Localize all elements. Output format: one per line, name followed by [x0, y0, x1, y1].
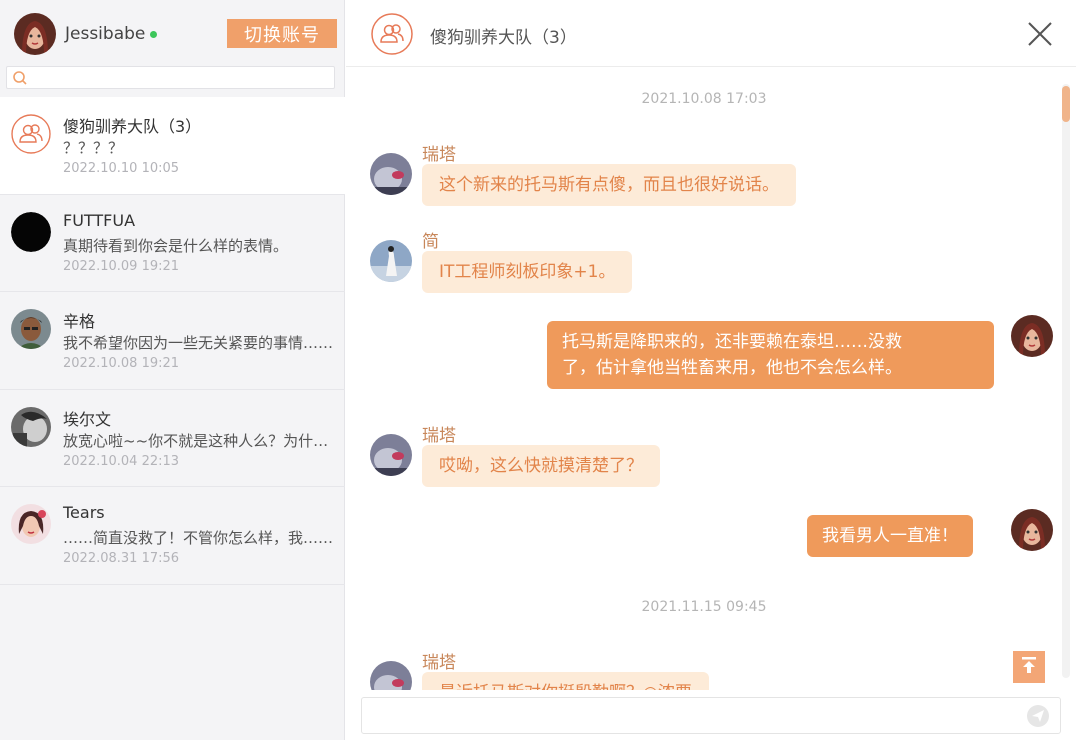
message-text-line: 了，估计拿他当牲畜来用，他也不会怎么样。 — [562, 358, 902, 378]
message-bubble[interactable]: 最近托马斯对你挺殷勤啊？◎浓要 — [422, 672, 709, 690]
message-bubble[interactable]: IT工程师刻板印象+1。 — [422, 251, 633, 293]
conversation-last-message: ？？？？ — [63, 139, 124, 157]
online-status-dot — [150, 30, 158, 38]
close-icon[interactable] — [1026, 20, 1054, 48]
account-name: Jessibabe — [65, 24, 146, 44]
avatar[interactable] — [370, 153, 412, 195]
conversation-last-message: 放宽心啦~~你不就是这种人么？为什么…… — [63, 431, 339, 450]
conversation-list: 傻狗驯养大队（3） ？？？？ 2022.10.10 10:05 FUTTFUA … — [0, 97, 345, 585]
message-sender: 瑞塔 — [422, 426, 456, 446]
search-icon — [12, 70, 28, 90]
message-bubble[interactable]: 哎呦，这么快就摸清楚了？ — [422, 445, 660, 487]
conversation-item[interactable]: FUTTFUA 真期待看到你会是什么样的表情。 2022.10.09 19:21 — [0, 195, 345, 292]
message-sender: 简 — [422, 232, 439, 252]
switch-account-button[interactable]: 切换账号 — [227, 19, 337, 48]
conversation-time: 2022.08.31 17:56 — [63, 551, 180, 566]
conversation-item[interactable]: 傻狗驯养大队（3） ？？？？ 2022.10.10 10:05 — [0, 97, 345, 195]
message-bubble[interactable]: 这个新来的托马斯有点傻，而且也很好说话。 — [422, 164, 796, 206]
avatar — [11, 504, 51, 544]
chat-header: 傻狗驯养大队（3） — [346, 4, 1076, 67]
chat-panel: 傻狗驯养大队（3） 2021.10.08 17:03 瑞塔 这个新来的托马斯有点… — [346, 0, 1076, 740]
sidebar: Jessibabe 切换账号 傻狗驯养大队（3） ？？？？ 2022.10.10… — [0, 0, 345, 740]
message-sender: 瑞塔 — [422, 653, 456, 673]
send-icon[interactable] — [1026, 704, 1050, 732]
conversation-name: 傻狗驯养大队（3） — [63, 117, 202, 136]
avatar[interactable] — [14, 13, 56, 55]
conversation-item[interactable]: 埃尔文 放宽心啦~~你不就是这种人么？为什么…… 2022.10.04 22:1… — [0, 390, 345, 487]
message-text-line: 托马斯是降职来的，还非要赖在泰坦……没救 — [562, 332, 902, 352]
conversation-time: 2022.10.08 19:21 — [63, 356, 180, 371]
conversation-time: 2022.10.09 19:21 — [63, 258, 180, 274]
message-input[interactable] — [361, 697, 1061, 734]
avatar[interactable] — [370, 434, 412, 476]
message-bubble[interactable]: 我看男人一直准！ — [807, 515, 973, 557]
avatar — [11, 211, 51, 252]
message-bubble[interactable]: 托马斯是降职来的，还非要赖在泰坦……没救 了，估计拿他当牲畜来用，他也不会怎么样… — [547, 321, 994, 389]
conversation-item[interactable]: 辛格 我不希望你因为一些无关紧要的事情…… 2022.10.08 19:21 — [0, 292, 345, 390]
conversation-name: 埃尔文 — [63, 409, 112, 429]
scrollbar[interactable] — [1062, 84, 1070, 678]
group-avatar — [11, 114, 51, 154]
conversation-name: 辛格 — [63, 312, 96, 331]
conversation-last-message: ……简直没救了！不管你怎么样，我…… — [63, 529, 334, 547]
avatar — [11, 309, 51, 349]
avatar[interactable] — [1011, 315, 1053, 357]
conversation-last-message: 真期待看到你会是什么样的表情。 — [63, 236, 289, 255]
conversation-item[interactable]: Tears ……简直没救了！不管你怎么样，我…… 2022.08.31 17:5… — [0, 487, 345, 585]
avatar — [11, 406, 51, 447]
message-timestamp: 2021.10.08 17:03 — [641, 91, 767, 107]
group-icon — [371, 13, 413, 59]
scroll-to-top-button[interactable] — [1013, 651, 1045, 683]
scroll-to-top-icon — [1019, 655, 1039, 679]
conversation-last-message: 我不希望你因为一些无关紧要的事情…… — [63, 334, 334, 352]
current-account: Jessibabe — [14, 12, 158, 56]
conversation-time: 2022.10.10 10:05 — [63, 161, 180, 176]
avatar[interactable] — [370, 661, 412, 690]
scrollbar-thumb[interactable] — [1062, 86, 1070, 122]
conversation-time: 2022.10.04 22:13 — [63, 453, 180, 469]
message-list[interactable]: 2021.10.08 17:03 瑞塔 这个新来的托马斯有点傻，而且也很好说话。… — [346, 68, 1062, 690]
chat-title: 傻狗驯养大队（3） — [430, 28, 577, 48]
conversation-name: Tears — [63, 503, 105, 522]
avatar[interactable] — [370, 240, 412, 282]
message-timestamp: 2021.11.15 09:45 — [641, 599, 767, 615]
avatar[interactable] — [1011, 509, 1053, 551]
conversation-name: FUTTFUA — [63, 210, 136, 230]
search-input[interactable] — [6, 66, 335, 89]
message-sender: 瑞塔 — [422, 145, 456, 165]
